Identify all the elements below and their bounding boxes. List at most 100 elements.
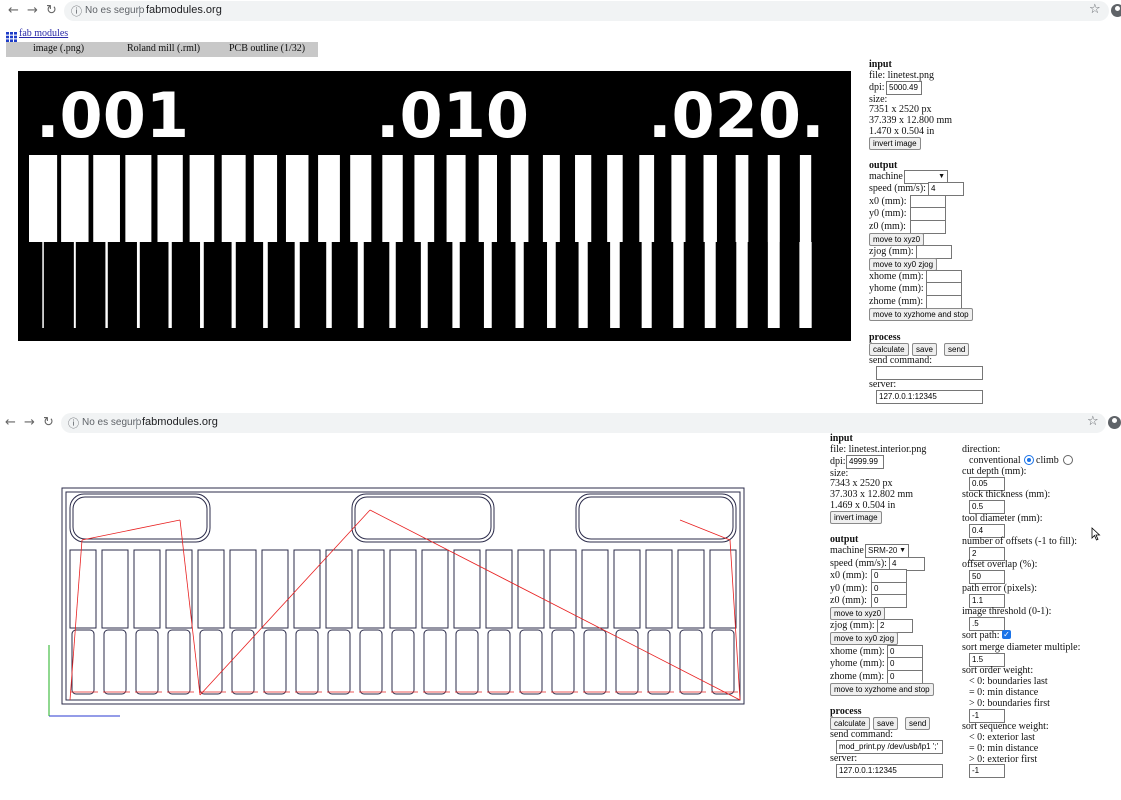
test-bar-lower bbox=[610, 242, 620, 328]
dpi-label: dpi: bbox=[830, 456, 846, 467]
fab-modules-logo[interactable] bbox=[6, 29, 17, 42]
test-bar-upper bbox=[253, 155, 278, 242]
zhome-label: zhome (mm): bbox=[830, 671, 885, 682]
z0-input[interactable] bbox=[910, 220, 946, 234]
server-input[interactable]: 127.0.0.1:12345 bbox=[876, 390, 983, 404]
test-bar-upper bbox=[671, 155, 686, 242]
test-bar-lower bbox=[547, 242, 556, 328]
sort-sequence-input[interactable]: -1 bbox=[969, 764, 1005, 778]
back-arrow-icon[interactable]: ← bbox=[5, 415, 16, 431]
overlap-input[interactable]: 50 bbox=[969, 570, 1005, 584]
test-bar-upper bbox=[157, 155, 183, 242]
reload-icon[interactable]: ↻ bbox=[43, 415, 54, 431]
test-bar-upper bbox=[575, 155, 592, 242]
zhome-input[interactable]: 0 bbox=[887, 670, 923, 684]
linetest-bitmap: .001 .010 .020. bbox=[29, 79, 825, 328]
test-bar-lower bbox=[294, 242, 300, 328]
toolpath-slot-upper bbox=[357, 549, 385, 629]
url-text[interactable]: fabmodules.org bbox=[146, 4, 222, 16]
test-bar-upper bbox=[221, 155, 246, 242]
toolpath-slot-lower bbox=[167, 629, 191, 695]
send-command-input[interactable] bbox=[876, 366, 983, 380]
info-icon[interactable]: ⓘ bbox=[71, 3, 82, 19]
toolpath-slot-upper bbox=[485, 549, 513, 629]
xhome-label: xhome (mm): bbox=[869, 271, 924, 282]
url-text[interactable]: fabmodules.org bbox=[142, 416, 218, 428]
bookmark-star-icon[interactable]: ☆ bbox=[1087, 414, 1099, 429]
divider bbox=[136, 418, 137, 429]
toolpath-slot-upper bbox=[453, 549, 481, 629]
test-bar-lower bbox=[420, 242, 428, 328]
toolpath-preview bbox=[40, 470, 800, 730]
test-bar-lower bbox=[389, 242, 396, 328]
invert-image-button[interactable]: invert image bbox=[869, 137, 921, 150]
y0-label: y0 (mm): bbox=[869, 208, 907, 219]
toolpath-slot-lower bbox=[327, 629, 351, 695]
send-button[interactable]: send bbox=[905, 717, 931, 730]
stock-thickness-input[interactable]: 0.5 bbox=[969, 500, 1005, 514]
toolpath-slot-lower bbox=[199, 629, 223, 695]
zjog-input[interactable] bbox=[916, 245, 952, 259]
xhome-label: xhome (mm): bbox=[830, 646, 885, 657]
test-bar-upper bbox=[799, 155, 812, 242]
reload-icon[interactable]: ↻ bbox=[46, 3, 57, 19]
test-bar-lower bbox=[136, 242, 140, 328]
yhome-input[interactable] bbox=[926, 282, 962, 296]
send-command-input[interactable]: mod_print.py /dev/usb/lp1 ';' bbox=[836, 740, 943, 754]
server-input[interactable]: 127.0.0.1:12345 bbox=[836, 764, 943, 778]
zhome-input[interactable] bbox=[926, 295, 962, 309]
test-bar-lower bbox=[515, 242, 524, 328]
x0-input[interactable]: 0 bbox=[871, 569, 907, 583]
fab-modules-link[interactable]: fab modules bbox=[19, 28, 68, 40]
toolpath-slot-lower bbox=[263, 629, 287, 695]
tab-image-png[interactable]: image (.png) bbox=[33, 43, 84, 55]
tab-pcb-outline[interactable]: PCB outline (1/32) bbox=[229, 43, 305, 55]
tab-roland-mill[interactable]: Roland mill (.rml) bbox=[127, 43, 200, 55]
move-to-xyzhome-button[interactable]: move to xyzhome and stop bbox=[830, 683, 934, 696]
back-arrow-icon[interactable]: ← bbox=[8, 3, 19, 19]
dpi-input[interactable]: 4999.99 bbox=[846, 455, 884, 469]
grid-icon bbox=[6, 32, 17, 42]
profile-icon[interactable] bbox=[1111, 4, 1121, 17]
toolpath-slot-lower bbox=[295, 629, 319, 695]
move-to-xyzhome-button[interactable]: move to xyzhome and stop bbox=[869, 308, 973, 321]
speed-label: speed (mm/s): bbox=[869, 183, 926, 194]
dpi-input[interactable]: 5000.49 bbox=[886, 81, 922, 95]
send-button[interactable]: send bbox=[944, 343, 970, 356]
outline-001 bbox=[69, 493, 211, 543]
yhome-input[interactable]: 0 bbox=[887, 657, 923, 671]
info-icon[interactable]: ⓘ bbox=[68, 415, 79, 431]
sort-path-label: sort path: bbox=[962, 630, 1000, 641]
outline-010 bbox=[351, 493, 495, 543]
conventional-radio[interactable] bbox=[1024, 455, 1034, 465]
test-bar-upper bbox=[350, 155, 372, 242]
profile-icon[interactable] bbox=[1108, 416, 1121, 429]
z0-label: z0 (mm): bbox=[869, 221, 906, 232]
speed-input[interactable]: 4 bbox=[928, 182, 964, 196]
toolpath-slot-lower bbox=[615, 629, 639, 695]
toolpath-slot-upper bbox=[197, 549, 225, 629]
outline-020 bbox=[575, 493, 737, 543]
dpi-label: dpi: bbox=[869, 82, 885, 93]
sort-path-checkbox[interactable]: ✓ bbox=[1002, 630, 1011, 639]
toolpath-slot-lower bbox=[551, 629, 575, 695]
bookmark-star-icon[interactable]: ☆ bbox=[1089, 2, 1101, 17]
forward-arrow-icon[interactable]: → bbox=[24, 415, 35, 431]
zjog-input[interactable]: 2 bbox=[877, 619, 913, 633]
rapid-move bbox=[69, 539, 83, 701]
test-bar-upper bbox=[125, 155, 152, 242]
forward-arrow-icon[interactable]: → bbox=[27, 3, 38, 19]
toolpath-slot-lower bbox=[391, 629, 415, 695]
toolpath-slot-upper bbox=[421, 549, 449, 629]
image-threshold-input[interactable]: .5 bbox=[969, 617, 1005, 631]
z0-input[interactable]: 0 bbox=[871, 594, 907, 608]
toolpath-slot-lower bbox=[519, 629, 543, 695]
toolpath-slot-lower bbox=[583, 629, 607, 695]
climb-radio[interactable] bbox=[1063, 455, 1073, 465]
move-to-xy0-zjog-button[interactable]: move to xy0 zjog bbox=[830, 632, 899, 645]
y0-input[interactable] bbox=[910, 207, 946, 221]
machine-select[interactable]: SRM-20 ▼ bbox=[865, 544, 909, 558]
toolpath-slot-upper bbox=[389, 549, 417, 629]
test-bar-lower bbox=[452, 242, 460, 328]
invert-image-button[interactable]: invert image bbox=[830, 511, 882, 524]
